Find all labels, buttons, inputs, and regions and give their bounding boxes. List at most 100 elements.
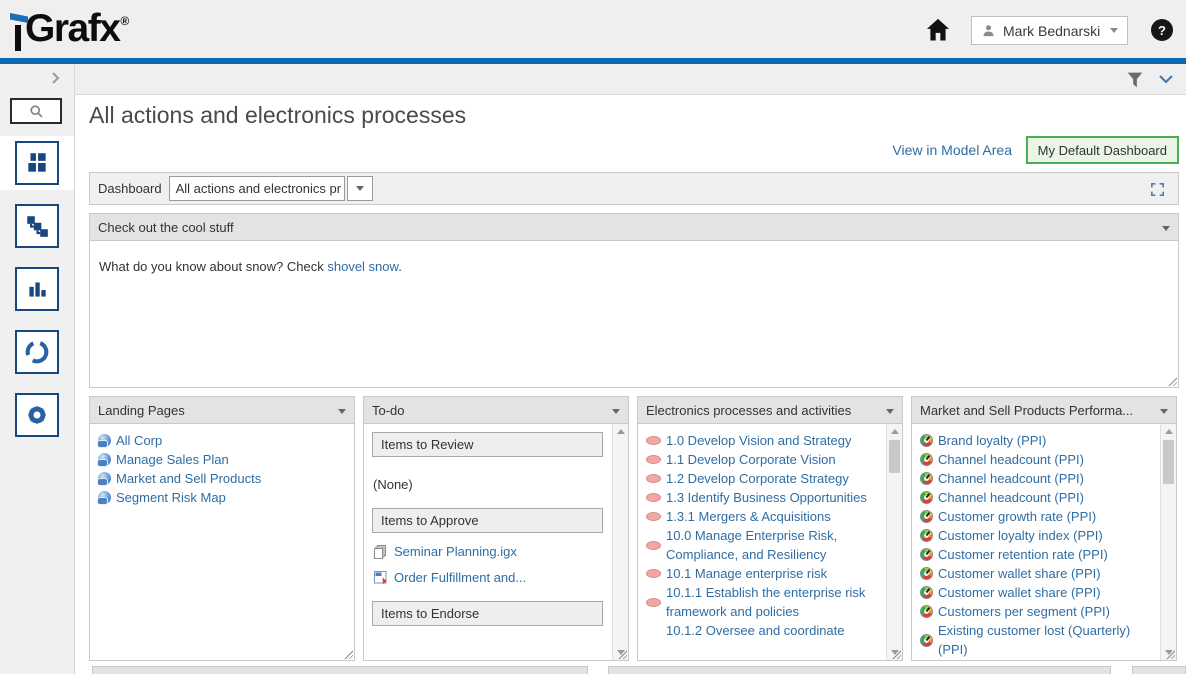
scrollbar[interactable] bbox=[886, 424, 902, 660]
indicator-link[interactable]: Customers per segment (PPI) bbox=[920, 602, 1157, 621]
sidebar-item-reports[interactable] bbox=[15, 267, 59, 311]
widget-body-cool-stuff: What do you know about snow? Check shove… bbox=[89, 241, 1179, 388]
sidebar-search-input[interactable] bbox=[10, 98, 62, 124]
sidebar-item-cycles[interactable] bbox=[15, 330, 59, 374]
scrollbar[interactable] bbox=[1160, 424, 1176, 660]
process-tree-icon bbox=[24, 213, 50, 239]
landing-page-link[interactable]: Market and Sell Products bbox=[98, 469, 352, 488]
process-oval-icon bbox=[646, 436, 661, 445]
fullscreen-button[interactable] bbox=[1149, 181, 1166, 198]
text-after-link: . bbox=[398, 259, 402, 274]
sidebar-item-dashboards[interactable] bbox=[15, 141, 59, 185]
scroll-up-button[interactable] bbox=[1161, 424, 1177, 439]
widget-electronics-processes: Electronics processes and activities 1.0… bbox=[637, 396, 903, 661]
gauge-icon bbox=[920, 453, 933, 466]
triangle-up-icon bbox=[891, 429, 899, 434]
process-oval-icon bbox=[646, 598, 661, 607]
triangle-up-icon bbox=[617, 429, 625, 434]
chevron-right-icon bbox=[48, 71, 62, 85]
widget-collapse-icon[interactable] bbox=[612, 409, 620, 414]
scrollbar[interactable] bbox=[612, 424, 628, 660]
home-icon bbox=[924, 16, 952, 44]
my-default-dashboard-button[interactable]: My Default Dashboard bbox=[1026, 136, 1179, 164]
gauge-icon bbox=[920, 548, 933, 561]
indicator-link[interactable]: Existing customer lost (Quarterly) (PPI) bbox=[920, 621, 1157, 659]
todo-item-link[interactable]: Seminar Planning.igx bbox=[374, 544, 611, 559]
process-link[interactable]: 10.0 Manage Enterprise Risk, Compliance,… bbox=[646, 526, 883, 564]
igrafx-logo: Grafx ® bbox=[12, 6, 129, 54]
widget-collapse-icon[interactable] bbox=[886, 409, 894, 414]
shovel-snow-link[interactable]: shovel snow bbox=[327, 259, 398, 274]
filter-button[interactable] bbox=[1124, 69, 1146, 91]
gauge-icon bbox=[920, 529, 933, 542]
resize-handle[interactable] bbox=[343, 649, 353, 659]
process-oval-icon bbox=[646, 569, 661, 578]
gauge-icon bbox=[920, 434, 933, 447]
todo-section-header: Items to Review bbox=[372, 432, 603, 457]
indicator-link[interactable]: Customer wallet share (PPI) bbox=[920, 583, 1157, 602]
user-menu-button[interactable]: Mark Bednarski bbox=[971, 16, 1128, 45]
widget-collapse-icon[interactable] bbox=[1162, 226, 1170, 231]
widget-collapse-icon[interactable] bbox=[338, 409, 346, 414]
dashboard-combobox-input[interactable]: All actions and electronics pr bbox=[169, 176, 345, 201]
cool-stuff-text: What do you know about snow? Check shove… bbox=[99, 259, 402, 274]
gauge-icon bbox=[920, 605, 933, 618]
scrollbar-thumb[interactable] bbox=[889, 440, 900, 473]
next-row-widget-header-partial bbox=[1132, 666, 1186, 674]
scrollbar-thumb[interactable] bbox=[1163, 440, 1174, 484]
document-stack-icon bbox=[374, 545, 388, 559]
process-oval-icon bbox=[646, 541, 661, 550]
help-question-label: ? bbox=[1158, 23, 1166, 38]
diagram-file-icon bbox=[374, 571, 388, 585]
indicator-link[interactable]: Channel headcount (PPI) bbox=[920, 488, 1157, 507]
page-title: All actions and electronics processes bbox=[89, 102, 466, 129]
process-link[interactable]: 10.1 Manage enterprise risk bbox=[646, 564, 883, 583]
indicator-link[interactable]: Customer retention rate (PPI) bbox=[920, 545, 1157, 564]
landing-page-link[interactable]: All Corp bbox=[98, 431, 352, 450]
todo-section-header: Items to Endorse bbox=[372, 601, 603, 626]
process-link[interactable]: 10.1.2 Oversee and coordinate bbox=[646, 621, 883, 640]
indicator-link[interactable]: Channel headcount (PPI) bbox=[920, 469, 1157, 488]
process-link[interactable]: 1.2 Develop Corporate Strategy bbox=[646, 469, 883, 488]
search-icon bbox=[29, 104, 44, 119]
widget-body: Items to Review (None) Items to Approve … bbox=[363, 424, 629, 661]
logo-registered-mark: ® bbox=[120, 14, 129, 28]
indicator-link[interactable]: Channel headcount (PPI) bbox=[920, 450, 1157, 469]
view-in-model-area-link[interactable]: View in Model Area bbox=[892, 142, 1012, 158]
landing-page-link[interactable]: Segment Risk Map bbox=[98, 488, 352, 507]
scroll-up-button[interactable] bbox=[613, 424, 629, 439]
sidebar-expand-button[interactable] bbox=[48, 71, 62, 85]
collapse-header-button[interactable] bbox=[1158, 73, 1174, 85]
todo-item-link[interactable]: Order Fulfillment and... bbox=[374, 570, 611, 585]
process-link[interactable]: 1.0 Develop Vision and Strategy bbox=[646, 431, 883, 450]
indicator-link[interactable]: Customer loyalty index (PPI) bbox=[920, 526, 1157, 545]
dashboard-combobox-dropdown-button[interactable] bbox=[347, 176, 373, 201]
widget-body: Brand loyalty (PPI) Channel headcount (P… bbox=[911, 424, 1177, 661]
widget-todo: To-do Items to Review (None) Items to Ap… bbox=[363, 396, 629, 661]
indicator-link[interactable]: Brand loyalty (PPI) bbox=[920, 431, 1157, 450]
process-link[interactable]: 10.1.1 Establish the enterprise risk fra… bbox=[646, 583, 883, 621]
gauge-icon bbox=[920, 567, 933, 580]
scroll-up-button[interactable] bbox=[887, 424, 903, 439]
resize-handle[interactable] bbox=[1167, 376, 1177, 386]
todo-empty-text: (None) bbox=[373, 477, 611, 492]
gauge-icon bbox=[920, 472, 933, 485]
process-link[interactable]: 1.1 Develop Corporate Vision bbox=[646, 450, 883, 469]
sidebar-item-settings[interactable] bbox=[15, 393, 59, 437]
indicator-link[interactable]: Customer wallet share (PPI) bbox=[920, 564, 1157, 583]
process-link[interactable]: 1.3 Identify Business Opportunities bbox=[646, 488, 883, 507]
page-filter-bar bbox=[75, 64, 1186, 95]
sidebar-item-processes[interactable] bbox=[15, 204, 59, 248]
home-button[interactable] bbox=[924, 16, 952, 44]
landing-page-link[interactable]: Manage Sales Plan bbox=[98, 450, 352, 469]
dashboard-toolbar: Dashboard All actions and electronics pr bbox=[89, 172, 1179, 205]
help-button[interactable]: ? bbox=[1151, 19, 1173, 41]
gauge-icon bbox=[920, 510, 933, 523]
process-oval-icon bbox=[646, 455, 661, 464]
widget-collapse-icon[interactable] bbox=[1160, 409, 1168, 414]
indicator-link[interactable]: Customer growth rate (PPI) bbox=[920, 507, 1157, 526]
process-link[interactable]: 1.3.1 Mergers & Acquisitions bbox=[646, 507, 883, 526]
link-globe-icon bbox=[98, 491, 111, 504]
left-sidebar bbox=[0, 64, 75, 674]
igrafx-logo-i-glyph bbox=[12, 6, 24, 52]
